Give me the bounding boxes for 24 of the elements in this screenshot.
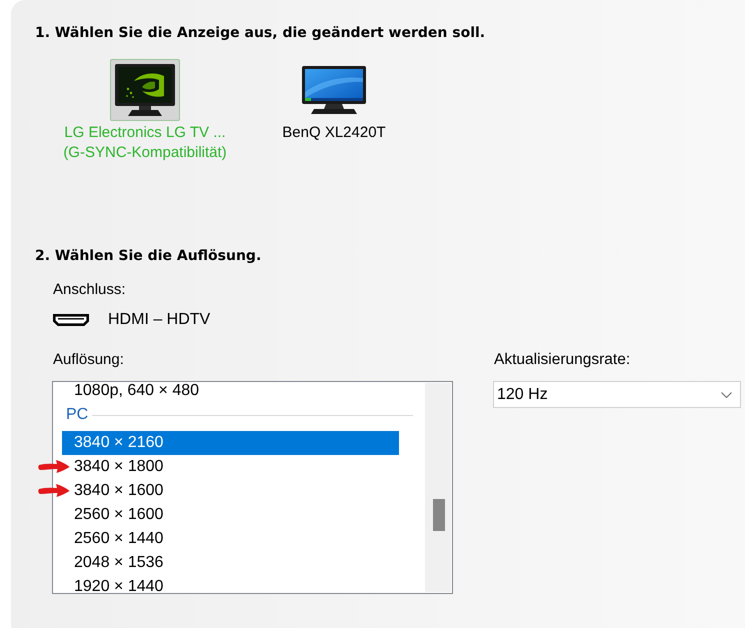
scrollbar-thumb[interactable] [433, 499, 445, 531]
list-item[interactable]: 2560 × 1600 [72, 503, 399, 527]
list-item[interactable]: 3840 × 2160 [62, 431, 399, 455]
field-label: Anschluss: [53, 281, 126, 299]
list-item[interactable]: 3840 × 1600 [72, 479, 399, 503]
list-item[interactable]: 2048 × 1536 [72, 551, 399, 575]
list-item[interactable]: 3840 × 1800 [72, 455, 399, 479]
monitor-icon [110, 59, 180, 121]
scrollbar[interactable] [425, 383, 451, 592]
monitor-icon [302, 66, 366, 114]
refresh-rate-dropdown[interactable]: 120 Hz [493, 381, 741, 408]
section-heading: 2. Wählen Sie die Auflösung. [35, 247, 262, 265]
connection-value: HDMI – HDTV [108, 311, 210, 329]
resolution-list[interactable]: 1080p, 640 × 480 PC 3840 × 2160 3840 × 1800 3840 × 1600 2560 × 1600 2560 × 1440 2048 × 1536 1920 × 1440 [52, 381, 453, 594]
hdmi-port-icon [53, 314, 89, 326]
list-item[interactable]: 1080p, 640 × 480 [72, 382, 399, 399]
display-option[interactable]: BenQ XL2420T [274, 59, 394, 143]
field-label: Auflösung: [53, 351, 124, 369]
list-item[interactable]: 2560 × 1440 [72, 527, 399, 551]
list-item[interactable]: 1920 × 1440 [72, 575, 399, 593]
group-label: PC [66, 406, 88, 424]
section-heading: 1. Wählen Sie die Anzeige aus, die geändert werden soll. [35, 24, 486, 42]
field-label: Aktualisierungsrate: [494, 351, 630, 369]
chevron-down-icon [721, 392, 732, 398]
